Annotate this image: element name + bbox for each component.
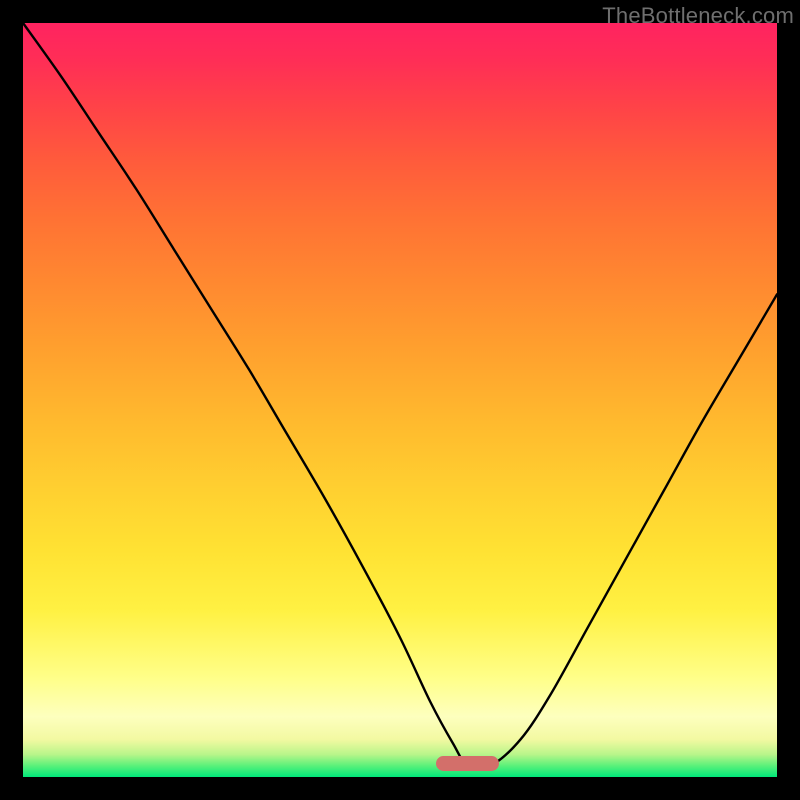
- watermark-text: TheBottleneck.com: [602, 3, 794, 29]
- optimal-marker: [436, 756, 499, 771]
- bottleneck-curve: [23, 23, 777, 777]
- plot-area: [23, 23, 777, 777]
- chart-frame: TheBottleneck.com: [0, 0, 800, 800]
